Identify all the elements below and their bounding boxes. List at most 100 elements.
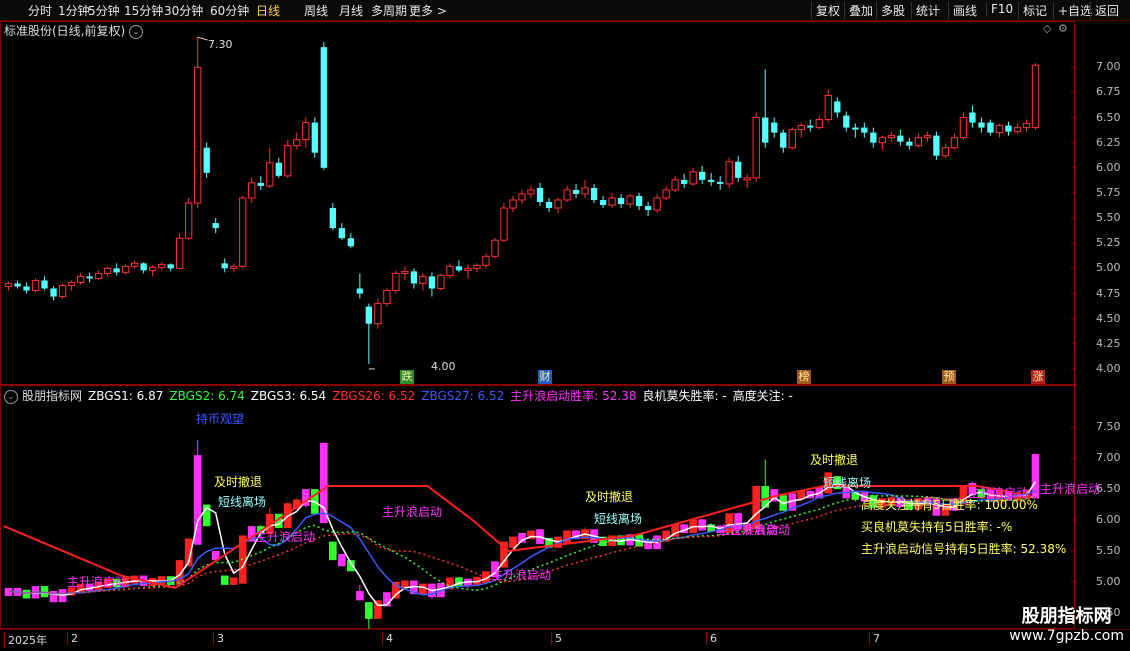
toolbar-item-9[interactable]: 多周期 [371,2,407,19]
toolbar-item-3[interactable]: 15分钟 [124,2,163,19]
candle-body-64 [581,187,589,195]
candle-body-7 [67,281,76,286]
indicator-stat-1: 买良机莫失持有5日胜率: -% [861,520,1013,534]
candle-body-60 [545,201,553,209]
toolbar-item-8[interactable]: 月线 [339,2,363,19]
candle-body-23 [212,223,219,229]
ind-block-2 [22,589,31,599]
candle-body-13 [121,265,130,273]
toolbar-item-0[interactable]: 分时 [28,2,52,19]
candle-body-61 [554,199,562,209]
candle-body-112 [1013,127,1022,133]
main-tick-7: 5.25 [1096,236,1121,250]
candle-body-50 [455,266,463,271]
main-tick-9: 4.75 [1096,286,1121,300]
candle-body-25 [230,265,238,269]
ind-block-24 [220,575,229,585]
indicator-annotation-6: 主升浪启动 [491,568,552,582]
main-tick-10: 4.50 [1096,311,1121,325]
candle-body-59 [536,187,544,202]
toolbar-item-7[interactable]: 周线 [304,2,328,19]
candle-body-32 [293,139,301,147]
event-badge-2[interactable]: 榜 [797,370,811,384]
candle-body-19 [176,237,184,269]
candle-body-22 [203,147,210,173]
date-label-6: 7 [869,632,880,645]
candle-body-91 [824,94,832,121]
toolbar-button-7[interactable]: +自选 [1053,2,1092,19]
toolbar-button-6[interactable]: 标记 [1018,2,1047,19]
toolbar-button-3[interactable]: 统计 [911,2,940,19]
candle-body-52 [473,264,481,269]
toolbar-item-2[interactable]: 5分钟 [88,2,120,19]
candle-body-68 [617,197,625,205]
candle-body-76 [689,171,697,185]
candle-body-10 [94,272,103,279]
candle-body-46 [419,275,427,284]
candle-body-71 [644,206,652,211]
toolbar-item-1[interactable]: 1分钟 [58,2,90,19]
candle-body-35 [320,47,327,168]
main-tick-6: 5.50 [1096,211,1121,225]
indicator-annotation-11: 短线离场 [823,476,872,490]
event-badge-3[interactable]: 预 [942,370,956,384]
candle-body-90 [815,119,823,129]
max-price-label: 7.30 [208,38,233,51]
watermark-title: 股朋指标网 [1021,606,1112,627]
sub-tick-4: 5.50 [1096,543,1121,557]
candle-body-62 [563,189,571,201]
toolbar-button-8[interactable]: 返回 [1090,2,1119,19]
candle-body-114 [1031,64,1040,129]
toolbar-button-2[interactable]: 多股 [876,2,905,19]
sub-tick-5: 5.00 [1096,574,1121,588]
candle-body-0 [4,282,13,287]
event-badge-1[interactable]: 财 [538,370,552,384]
candle-body-26 [239,197,247,267]
main-tick-1: 6.75 [1096,85,1121,99]
candle-body-43 [392,272,400,291]
date-axis [0,629,1130,651]
ind-block-25 [229,577,238,585]
indicator-stat-0: 高度关注持有5日胜率: 100.00% [861,498,1038,512]
candle-body-70 [635,195,643,207]
candle-body-33 [302,122,310,141]
candle-body-69 [626,195,634,205]
candle-body-55 [500,207,508,241]
toolbar-button-5[interactable]: F10 [986,2,1013,16]
candle-body-77 [699,171,706,180]
candle-body-85 [771,122,778,133]
toolbar-button-1[interactable]: 叠加 [844,2,873,19]
candle-body-72 [653,197,661,211]
candle-body-101 [914,137,923,147]
toolbar-item-6[interactable]: 日线 [256,2,280,19]
toolbar-button-4[interactable]: 画线 [948,2,977,19]
event-badge-4[interactable]: 涨 [1031,370,1045,384]
toolbar-item-10[interactable]: 更多 > [409,2,447,19]
indicator-annotation-8: 短线离场 [594,512,643,526]
candle-body-56 [509,199,517,209]
candle-body-106 [959,117,968,139]
candle-body-79 [717,181,724,184]
candlestick-chart[interactable] [0,21,1075,385]
toolbar-item-5[interactable]: 60分钟 [210,2,249,19]
candle-body-21 [194,66,202,204]
candle-body-102 [923,135,932,139]
main-tick-2: 6.50 [1096,110,1121,124]
candle-body-24 [221,263,228,269]
sub-tick-3: 6.00 [1096,513,1121,526]
candle-body-11 [103,267,112,274]
ind-block-43 [392,581,400,599]
indicator-annotation-10: 及时撤退 [810,453,859,467]
candle-body-15 [140,263,147,271]
main-tick-11: 4.25 [1096,336,1121,350]
toolbar-item-4[interactable]: 30分钟 [164,2,203,19]
event-badge-0[interactable]: 跌 [400,370,414,384]
candle-body-18 [167,264,174,269]
ind-block-57 [518,532,526,543]
main-tick-8: 5.00 [1096,261,1121,275]
indicator-annotation-3: 主升浪启动 [255,530,316,544]
candle-body-47 [428,276,436,289]
candle-body-81 [735,161,742,178]
toolbar-button-0[interactable]: 复权 [811,2,840,19]
candle-body-75 [681,179,688,184]
